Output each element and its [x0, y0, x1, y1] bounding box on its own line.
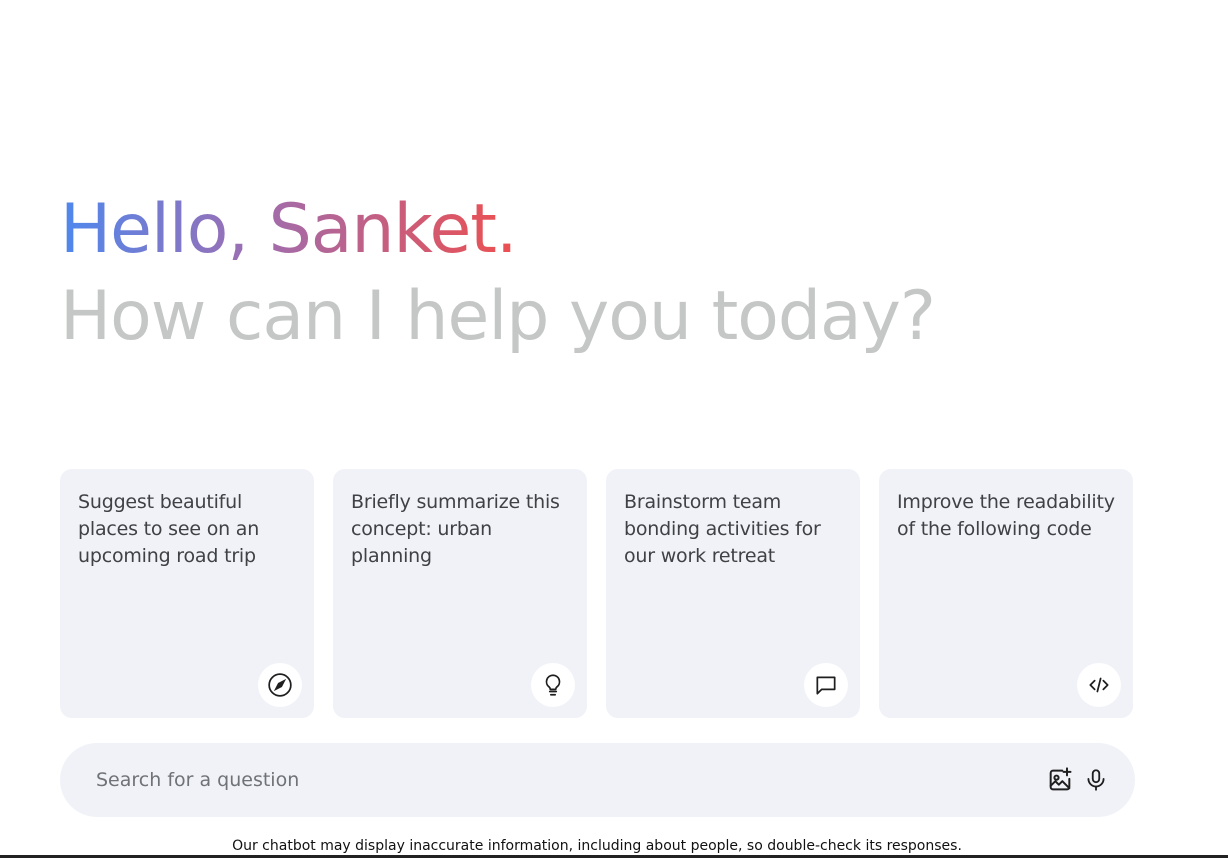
search-actions — [1045, 765, 1111, 795]
suggestion-card-urban-planning[interactable]: Briefly summarize this concept: urban pl… — [333, 469, 587, 718]
greeting-hello: Hello, Sanket. — [60, 186, 518, 274]
chat-bubble-icon — [804, 663, 848, 707]
greeting-subtitle: How can I help you today? — [60, 277, 936, 356]
suggestion-cards: Suggest beautiful places to see on an up… — [60, 469, 1133, 718]
microphone-icon[interactable] — [1081, 765, 1111, 795]
search-bar — [60, 743, 1135, 817]
suggestion-card-text: Improve the readability of the following… — [897, 491, 1115, 540]
suggestion-card-road-trip[interactable]: Suggest beautiful places to see on an up… — [60, 469, 314, 718]
search-input[interactable] — [94, 768, 1045, 792]
lightbulb-icon — [531, 663, 575, 707]
suggestion-card-text: Briefly summarize this concept: urban pl… — [351, 491, 560, 567]
disclaimer-text: Our chatbot may display inaccurate infor… — [232, 838, 962, 854]
chat-home-page: Hello, Sanket. How can I help you today?… — [0, 0, 1228, 858]
compass-icon — [258, 663, 302, 707]
suggestion-card-code-readability[interactable]: Improve the readability of the following… — [879, 469, 1133, 718]
greeting: Hello, Sanket. How can I help you today? — [60, 186, 1060, 360]
suggestion-card-text: Suggest beautiful places to see on an up… — [78, 491, 260, 567]
code-icon — [1077, 663, 1121, 707]
suggestion-card-team-bonding[interactable]: Brainstorm team bonding activities for o… — [606, 469, 860, 718]
suggestion-card-text: Brainstorm team bonding activities for o… — [624, 491, 821, 567]
add-image-icon[interactable] — [1045, 765, 1075, 795]
